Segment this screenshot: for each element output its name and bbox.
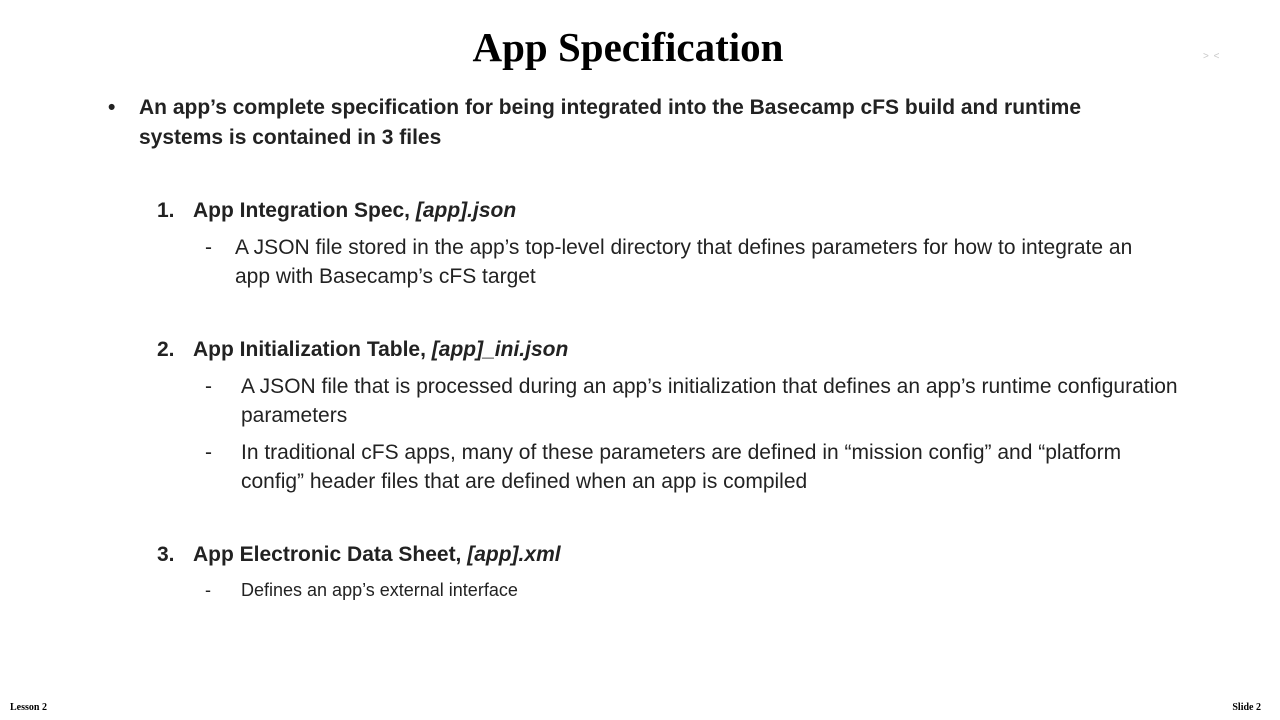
- dash-marker: -: [205, 580, 211, 600]
- footer-slide-number: Slide 2: [1232, 702, 1261, 713]
- item-heading-initialization-table: 2. App Initialization Table, [app]_ini.js…: [157, 335, 568, 365]
- item-number: 1.: [157, 199, 175, 222]
- sub-item: - A JSON file that is processed during a…: [205, 372, 1185, 430]
- corner-mark: > <: [1203, 51, 1221, 62]
- sub-item-text: A JSON file stored in the app’s top-leve…: [235, 236, 1133, 288]
- bullet-icon: •: [108, 96, 116, 119]
- item-label: App Integration Spec,: [193, 199, 416, 222]
- item-heading-electronic-data-sheet: 3. App Electronic Data Sheet, [app].xml: [157, 540, 561, 570]
- sub-item: - A JSON file stored in the app’s top-le…: [205, 233, 1155, 291]
- dash-marker: -: [205, 441, 212, 464]
- item-label: App Initialization Table,: [193, 338, 432, 361]
- footer-lesson: Lesson 2: [10, 702, 47, 713]
- intro-bullet: • An app’s complete specification for be…: [108, 93, 1148, 153]
- item-label: App Electronic Data Sheet,: [193, 543, 468, 566]
- dash-marker: -: [205, 236, 212, 259]
- item-heading-integration-spec: 1. App Integration Spec, [app].json: [157, 196, 516, 226]
- item-number: 2.: [157, 338, 175, 361]
- sub-item: - Defines an app’s external interface: [205, 577, 1105, 603]
- sub-item: - In traditional cFS apps, many of these…: [205, 438, 1165, 496]
- sub-item-text: A JSON file that is processed during an …: [241, 375, 1178, 427]
- item-file: [app]_ini.json: [431, 338, 569, 361]
- item-file: [app].json: [415, 199, 517, 222]
- sub-item-text: Defines an app’s external interface: [241, 580, 518, 600]
- dash-marker: -: [205, 375, 212, 398]
- intro-text: An app’s complete specification for bein…: [139, 96, 1082, 149]
- item-file: [app].xml: [467, 543, 561, 566]
- slide-title: App Specification: [472, 24, 784, 70]
- sub-item-text: In traditional cFS apps, many of these p…: [241, 441, 1122, 493]
- item-number: 3.: [157, 543, 175, 566]
